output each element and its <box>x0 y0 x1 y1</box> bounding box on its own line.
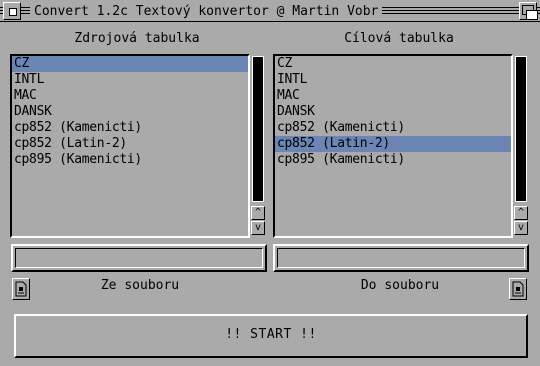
target-scroll-up-button[interactable]: ^ <box>514 206 528 220</box>
target-path-input[interactable] <box>277 248 525 268</box>
list-item[interactable]: MAC <box>12 88 248 104</box>
target-table-heading: Cílová tabulka <box>344 31 454 46</box>
source-table-list[interactable]: CZ INTL MAC DANSK cp852 (Kamenicti) cp852 (La… <box>10 54 250 238</box>
list-item[interactable]: cp852 (Kamenicti) <box>275 120 511 136</box>
list-item[interactable]: CZ <box>12 56 248 72</box>
arrow-down-icon: v <box>517 222 525 233</box>
file-requester-icon <box>512 281 524 297</box>
list-item[interactable]: DANSK <box>275 104 511 120</box>
file-requester-icon <box>15 281 27 297</box>
arrow-down-icon: v <box>254 222 262 233</box>
start-button[interactable]: !! START !! <box>14 314 528 358</box>
source-scroll-up-button[interactable]: ^ <box>251 206 265 220</box>
source-file-label: Ze souboru <box>100 278 180 293</box>
list-item[interactable]: cp852 (Kamenicti) <box>12 120 248 136</box>
target-table-list[interactable]: CZ INTL MAC DANSK cp852 (Kamenicti) cp852 (La… <box>273 54 513 238</box>
arrow-up-icon: ^ <box>254 207 262 218</box>
close-gadget-icon[interactable] <box>3 2 21 20</box>
target-scroll-knob[interactable] <box>515 56 527 202</box>
source-scroll-knob[interactable] <box>252 56 264 202</box>
arrow-up-icon: ^ <box>517 207 525 218</box>
target-path-field[interactable] <box>273 244 529 272</box>
source-scroll-down-button[interactable]: v <box>251 221 265 235</box>
target-scroll-down-button[interactable]: v <box>514 221 528 235</box>
depth-gadget-icon[interactable] <box>519 2 538 20</box>
target-scrollbar[interactable]: ^ v <box>513 54 529 238</box>
source-path-input[interactable] <box>15 248 263 268</box>
list-item[interactable]: cp895 (Kamenicti) <box>275 152 511 168</box>
start-button-label: !! START !! <box>225 327 317 342</box>
list-item[interactable]: cp895 (Kamenicti) <box>12 152 248 168</box>
target-file-label: Do souboru <box>360 278 440 293</box>
list-item[interactable]: cp852 (Latin-2) <box>275 136 511 152</box>
list-item[interactable]: INTL <box>275 72 511 88</box>
list-item[interactable]: MAC <box>275 88 511 104</box>
source-table-heading: Zdrojová tabulka <box>74 31 200 46</box>
source-path-field[interactable] <box>11 244 267 272</box>
target-file-button[interactable] <box>509 278 527 300</box>
list-item[interactable]: cp852 (Latin-2) <box>12 136 248 152</box>
list-item[interactable]: INTL <box>12 72 248 88</box>
list-item[interactable]: CZ <box>275 56 511 72</box>
title-bar[interactable]: Convert 1.2c Textový konvertor @ Martin … <box>0 0 540 22</box>
window-title: Convert 1.2c Textový konvertor @ Martin … <box>30 3 383 20</box>
source-file-button[interactable] <box>12 278 30 300</box>
list-item[interactable]: DANSK <box>12 104 248 120</box>
source-scrollbar[interactable]: ^ v <box>250 54 266 238</box>
